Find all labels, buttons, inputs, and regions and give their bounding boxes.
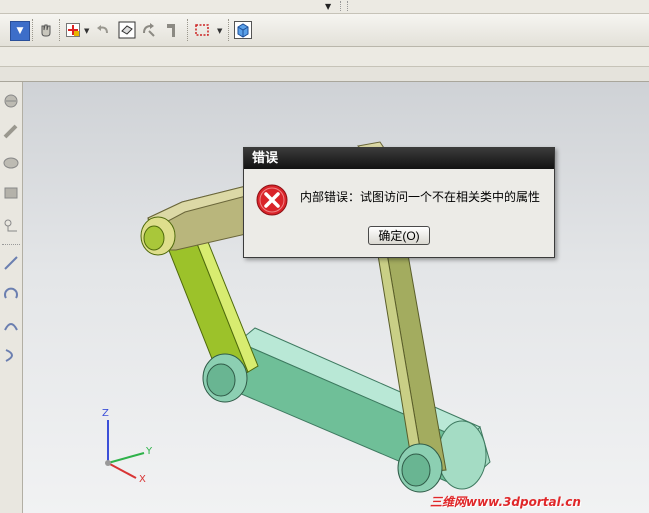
part-icon[interactable] [2,184,20,202]
secondary-toolbar-strip [0,47,649,67]
dialog-title[interactable]: 错误 [244,148,554,169]
toolbar-separator [59,19,61,41]
axis-label-x: X [139,474,146,485]
resource-separator [2,244,20,245]
error-icon [256,184,288,216]
navigator-icon[interactable] [2,216,20,234]
resource-bar [0,82,23,513]
base-plate[interactable] [231,327,491,490]
site-watermark: 三维网www.3dportal.cn [430,495,581,509]
selection-box-icon[interactable] [192,20,212,40]
tertiary-toolbar-strip [0,67,649,82]
toolbar-separator [187,19,189,41]
pin-right[interactable] [397,443,443,493]
combo-dropdown-button[interactable]: ▼ [10,21,30,41]
dialog-body: 内部错误：试图访问一个不在相关类中的属性 确定(O) [244,170,554,256]
axis-label-y: Y [146,446,153,457]
spline-icon[interactable] [2,316,20,334]
top-toolbar-strip: ▼ [0,0,649,14]
cylinder-icon[interactable] [2,154,20,172]
view-cube-icon[interactable] [233,20,253,40]
snap-dropdown-icon[interactable]: ▼ [84,27,89,35]
toolbar-grip[interactable] [340,1,348,11]
dialog-message: 内部错误：试图访问一个不在相关类中的属性 [300,190,541,204]
select-face-icon[interactable] [117,20,137,40]
rotate-icon[interactable] [139,20,159,40]
snap-point-icon[interactable] [63,20,83,40]
top-link[interactable] [140,185,247,256]
main-toolbar: ▼ ▼ ▼ [0,14,649,47]
assembly-icon[interactable] [2,92,20,110]
curve-icon[interactable] [2,346,20,364]
undo-icon[interactable] [93,20,113,40]
hand-icon[interactable] [36,20,56,40]
hammer-icon[interactable] [162,20,182,40]
axis-triad [105,420,145,479]
axis-label-z: Z [102,408,109,419]
dropdown-arrow-icon[interactable]: ▼ [325,2,331,11]
toolbar-separator [32,19,34,41]
tool-icon[interactable] [2,122,20,140]
error-dialog: 错误 内部错误：试图访问一个不在相关类中的属性 确定(O) [243,147,555,258]
toolbar-separator [228,19,230,41]
arc-icon[interactable] [2,286,20,304]
line-icon[interactable] [2,254,20,272]
selection-dropdown-icon[interactable]: ▼ [217,27,222,35]
ok-button[interactable]: 确定(O) [368,226,430,245]
pin-left[interactable] [202,353,248,403]
